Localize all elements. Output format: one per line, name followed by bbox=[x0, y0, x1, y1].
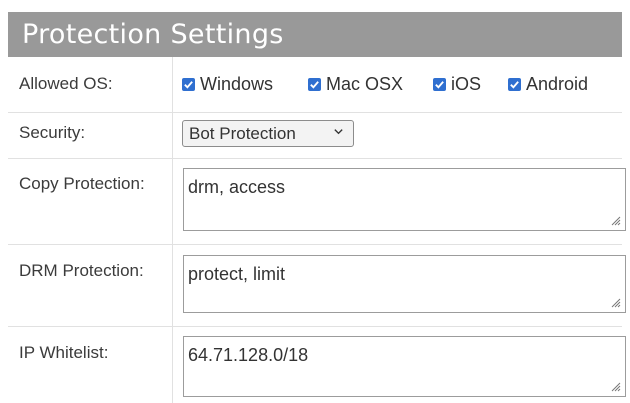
check-icon bbox=[182, 78, 195, 91]
drm-protection-textarea[interactable]: protect, limit bbox=[183, 255, 626, 313]
copy-protection-textarea[interactable]: drm, access bbox=[183, 168, 626, 231]
drm-protection-label: DRM Protection: bbox=[19, 261, 144, 280]
checkbox-label: Android bbox=[526, 74, 589, 94]
panel-title: Protection Settings bbox=[8, 12, 622, 57]
security-label: Security: bbox=[19, 123, 86, 142]
chevron-down-icon bbox=[334, 129, 343, 135]
settings-table: Allowed OS: Windows Mac OSX iOS Android … bbox=[8, 57, 626, 403]
protection-settings-panel: Protection Settings Allowed OS: Windows … bbox=[8, 12, 630, 403]
resize-grip-icon[interactable] bbox=[609, 380, 621, 392]
checkbox-mac-osx[interactable]: Mac OSX bbox=[308, 74, 403, 95]
resize-grip-icon[interactable] bbox=[609, 214, 621, 226]
row-divider bbox=[8, 112, 622, 113]
row-divider bbox=[8, 326, 622, 327]
ip-whitelist-textarea[interactable]: 64.71.128.0/18 bbox=[183, 336, 626, 397]
ip-whitelist-value: 64.71.128.0/18 bbox=[188, 345, 309, 365]
row-divider bbox=[8, 244, 622, 245]
ip-whitelist-label: IP Whitelist: bbox=[19, 343, 109, 362]
checkbox-label: iOS bbox=[451, 74, 482, 94]
security-select-value: Bot Protection bbox=[189, 123, 296, 143]
allowed-os-label: Allowed OS: bbox=[19, 74, 113, 93]
checkbox-android[interactable]: Android bbox=[508, 74, 588, 95]
security-select[interactable]: Bot Protection bbox=[182, 120, 354, 147]
copy-protection-value: drm, access bbox=[188, 177, 286, 197]
resize-grip-icon[interactable] bbox=[609, 296, 621, 308]
checkbox-label: Windows bbox=[200, 74, 274, 94]
checkbox-ios[interactable]: iOS bbox=[433, 74, 481, 95]
copy-protection-label: Copy Protection: bbox=[19, 174, 145, 193]
drm-protection-value: protect, limit bbox=[188, 264, 286, 284]
checkbox-windows[interactable]: Windows bbox=[182, 74, 273, 95]
column-divider bbox=[172, 57, 173, 403]
check-icon bbox=[508, 78, 521, 91]
row-divider bbox=[8, 158, 622, 159]
check-icon bbox=[433, 78, 446, 91]
check-icon bbox=[308, 78, 321, 91]
checkbox-label: Mac OSX bbox=[326, 74, 404, 94]
